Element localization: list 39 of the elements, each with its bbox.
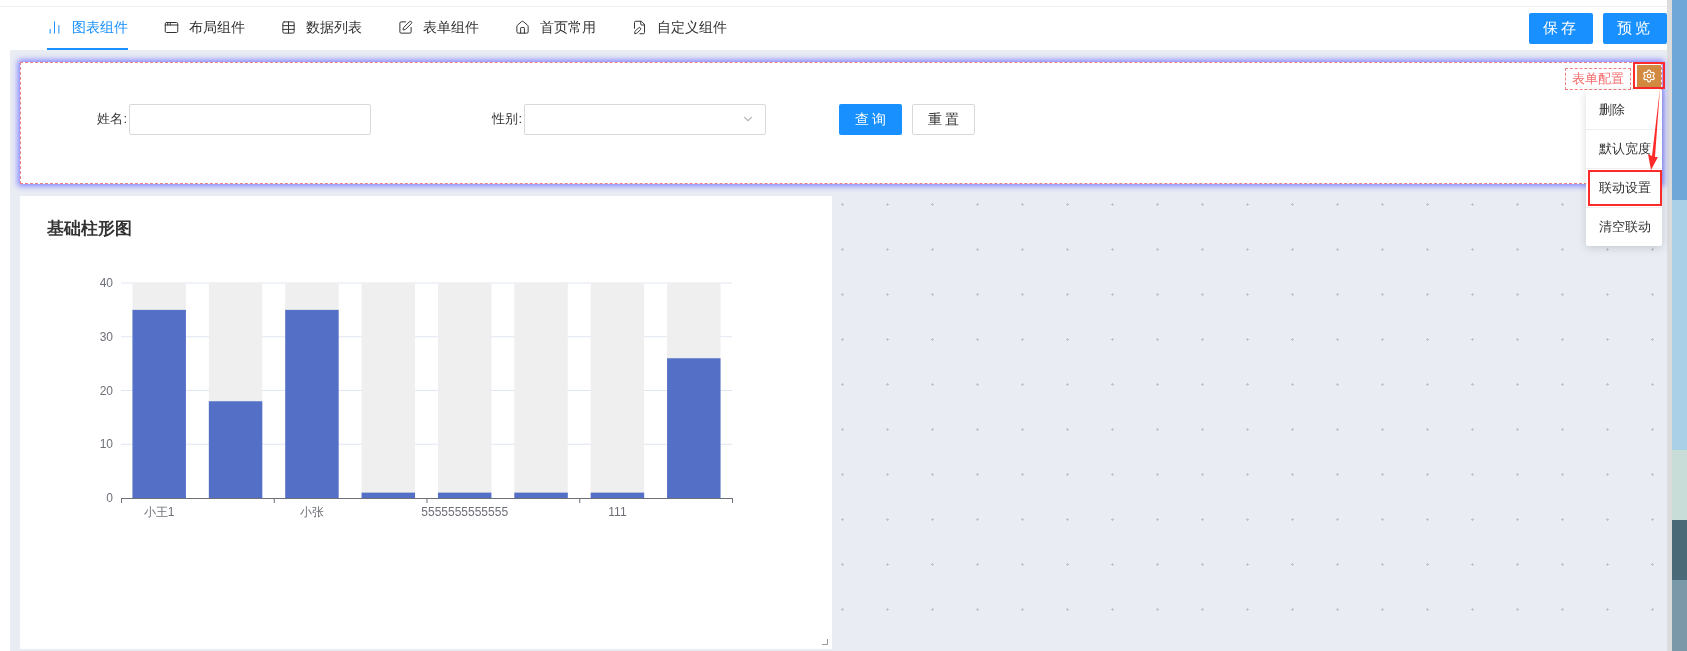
input-field[interactable] xyxy=(129,103,371,135)
highlight-frame xyxy=(1633,62,1665,89)
field-label: 姓名: xyxy=(96,110,127,129)
select-field[interactable] xyxy=(524,103,766,135)
menu-item[interactable]: 删除 xyxy=(1588,91,1636,128)
chart-title: 基础柱形图 xyxy=(47,218,133,240)
settings-button[interactable] xyxy=(1637,65,1661,87)
home-icon xyxy=(515,20,530,35)
form-config-tag: 表单配置 xyxy=(1565,68,1631,90)
axis-label: 0 xyxy=(106,490,113,505)
window-icon xyxy=(164,20,179,35)
axis-label: 10 xyxy=(99,436,113,451)
bar xyxy=(437,492,492,498)
axis-label: 20 xyxy=(99,383,113,397)
axis-label: 小王1 xyxy=(143,504,175,519)
axis-label: 40 xyxy=(99,275,113,290)
tab[interactable]: 首页常用 xyxy=(515,7,596,50)
menu-item[interactable]: 默认宽度 xyxy=(1588,131,1662,167)
axis-label: 5555555555555 xyxy=(421,504,509,519)
tab[interactable]: 自定义组件 xyxy=(632,7,727,50)
tab[interactable]: 表单组件 xyxy=(398,7,479,50)
tab[interactable]: 数据列表 xyxy=(281,7,362,50)
bar xyxy=(514,492,568,498)
axis-label: 111 xyxy=(608,504,627,519)
settings-icon xyxy=(1642,69,1656,83)
bar xyxy=(361,492,416,498)
file-edit-icon xyxy=(632,20,647,35)
axis-label: 30 xyxy=(99,329,113,344)
table-icon xyxy=(281,20,296,35)
resize-handle-icon xyxy=(822,639,828,645)
field-label: 性别: xyxy=(491,110,522,129)
form-button[interactable]: 重 置 xyxy=(912,103,975,135)
bar-chart-icon xyxy=(47,20,62,35)
menu-item[interactable]: 联动设置 xyxy=(1588,170,1662,206)
tab[interactable]: 布局组件 xyxy=(164,7,245,50)
menu-item[interactable]: 清空联动 xyxy=(1588,209,1662,245)
edit-icon xyxy=(398,20,413,35)
bar xyxy=(590,492,645,498)
axis-label: 小张 xyxy=(299,504,324,519)
